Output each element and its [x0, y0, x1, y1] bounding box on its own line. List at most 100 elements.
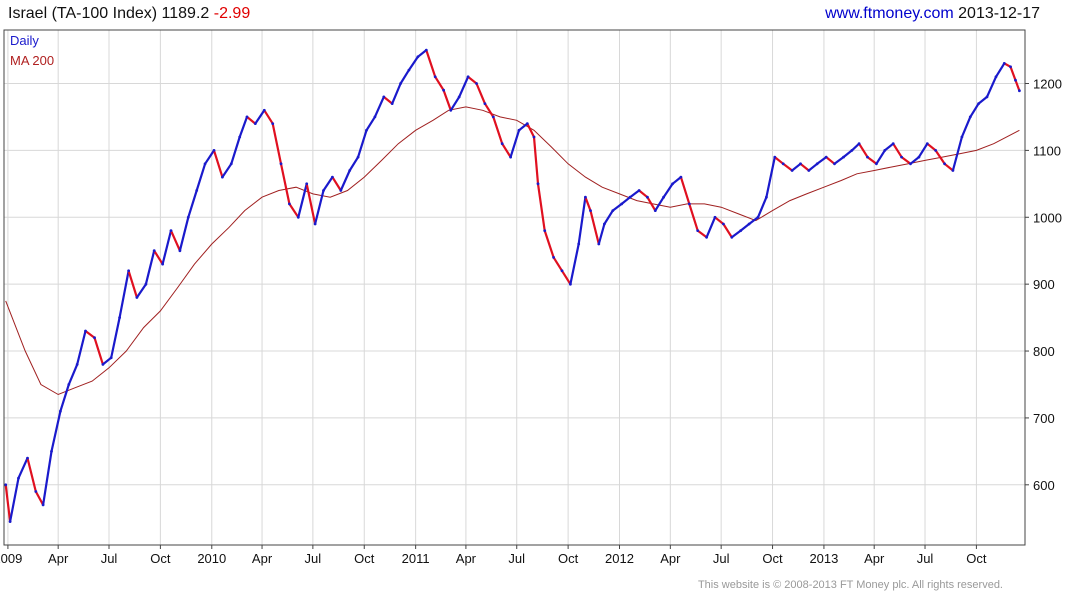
daily-price-point	[584, 195, 587, 199]
daily-price-point	[620, 202, 624, 206]
daily-price-segment	[532, 135, 540, 185]
daily-price-point	[891, 142, 895, 146]
daily-price-point	[407, 68, 411, 72]
daily-price-point	[203, 162, 207, 166]
daily-price-point	[4, 483, 8, 487]
daily-price-point	[536, 182, 540, 186]
y-tick-label: 1000	[1033, 210, 1062, 225]
price-chart: 600700800900100011001200 2009AprJulOct20…	[0, 29, 1062, 566]
daily-price-segment	[373, 95, 385, 119]
daily-price-point	[842, 155, 845, 159]
daily-price-point	[152, 249, 156, 253]
daily-price-point	[313, 222, 317, 226]
daily-price-segment	[442, 89, 452, 112]
daily-price-segment	[195, 162, 207, 192]
daily-price-point	[747, 222, 751, 226]
daily-price-segment	[577, 196, 587, 246]
daily-price-point	[968, 115, 972, 119]
daily-price-point	[144, 282, 148, 286]
daily-price-point	[577, 242, 581, 246]
legend-ma-200: MA 200	[10, 53, 54, 68]
daily-price-point	[8, 520, 12, 523]
daily-price-point	[253, 122, 257, 125]
x-tick-label: 2013	[809, 551, 838, 566]
daily-price-point	[857, 142, 861, 146]
x-tick-label: 2011	[402, 551, 430, 566]
daily-price-point	[532, 135, 536, 139]
grid	[4, 30, 1025, 545]
daily-price-point	[824, 155, 828, 159]
daily-price-segment	[391, 82, 402, 105]
daily-price-segment	[288, 202, 300, 219]
daily-price-point	[34, 490, 38, 493]
daily-price-segment	[782, 162, 794, 172]
daily-price-segment	[536, 182, 546, 232]
daily-price-segment	[739, 222, 751, 232]
daily-price-segment	[178, 216, 190, 252]
x-tick-label: Apr	[48, 551, 69, 566]
daily-price-segment	[943, 162, 955, 172]
daily-price-point	[373, 115, 377, 119]
daily-price-segment	[825, 156, 836, 165]
x-tick-label: 2009	[0, 551, 22, 566]
x-tick-label: Jul	[101, 551, 118, 566]
daily-price-segment	[67, 363, 79, 386]
daily-price-point	[1002, 62, 1006, 65]
daily-price-point	[17, 476, 20, 480]
daily-price-point	[730, 235, 734, 239]
daily-price-point	[994, 75, 998, 79]
daily-price-segment	[569, 242, 580, 286]
daily-price-point	[1018, 89, 1021, 93]
daily-price-point	[900, 155, 903, 159]
daily-price-segment	[620, 196, 632, 205]
daily-price-segment	[543, 229, 555, 259]
daily-price-segment	[900, 156, 912, 165]
daily-price-point	[560, 269, 564, 273]
daily-price-segment	[135, 283, 147, 299]
daily-price-segment	[271, 122, 283, 165]
daily-price-segment	[458, 75, 470, 99]
daily-price-point	[917, 155, 921, 159]
daily-price-point	[603, 222, 606, 226]
x-tick-label: 2010	[197, 551, 226, 566]
daily-price-segment	[221, 162, 233, 179]
daily-price-segment	[357, 129, 368, 159]
daily-price-point	[679, 175, 683, 179]
daily-price-segment	[245, 115, 257, 125]
daily-price-segment	[679, 176, 691, 205]
copyright-footer: This website is © 2008-2013 FT Money plc…	[697, 579, 1003, 591]
daily-price-segment	[382, 95, 394, 105]
daily-price-point	[41, 503, 45, 507]
daily-price-segment	[969, 102, 980, 119]
daily-price-segment	[169, 229, 181, 252]
daily-price-point	[1009, 65, 1012, 69]
daily-price-point	[279, 162, 283, 166]
daily-price-segment	[153, 249, 164, 266]
daily-price-segment	[883, 142, 895, 152]
daily-price-point	[517, 128, 521, 132]
daily-price-segment	[637, 189, 649, 199]
daily-price-point	[569, 282, 572, 286]
daily-price-point	[186, 215, 190, 219]
daily-price-segment	[790, 162, 802, 172]
daily-price-point	[442, 88, 445, 92]
daily-price-segment	[483, 102, 495, 119]
daily-price-point	[739, 229, 743, 233]
daily-price-segment	[696, 229, 708, 239]
daily-price-point	[1014, 78, 1017, 82]
daily-price-point	[288, 202, 291, 206]
daily-price-point	[705, 235, 708, 239]
daily-price-point	[934, 149, 937, 152]
daily-price-point	[696, 229, 700, 233]
daily-price-segment	[492, 115, 504, 145]
daily-price-point	[238, 135, 242, 139]
daily-price-point	[195, 189, 199, 192]
daily-price-point	[662, 195, 665, 199]
daily-price-segment	[322, 176, 334, 192]
daily-price-segment	[348, 156, 360, 172]
daily-price-point	[500, 142, 504, 146]
daily-price-point	[491, 115, 495, 119]
x-tick-label: Oct	[558, 551, 579, 566]
daily-price-segment	[866, 156, 878, 165]
daily-price-segment	[279, 162, 291, 205]
